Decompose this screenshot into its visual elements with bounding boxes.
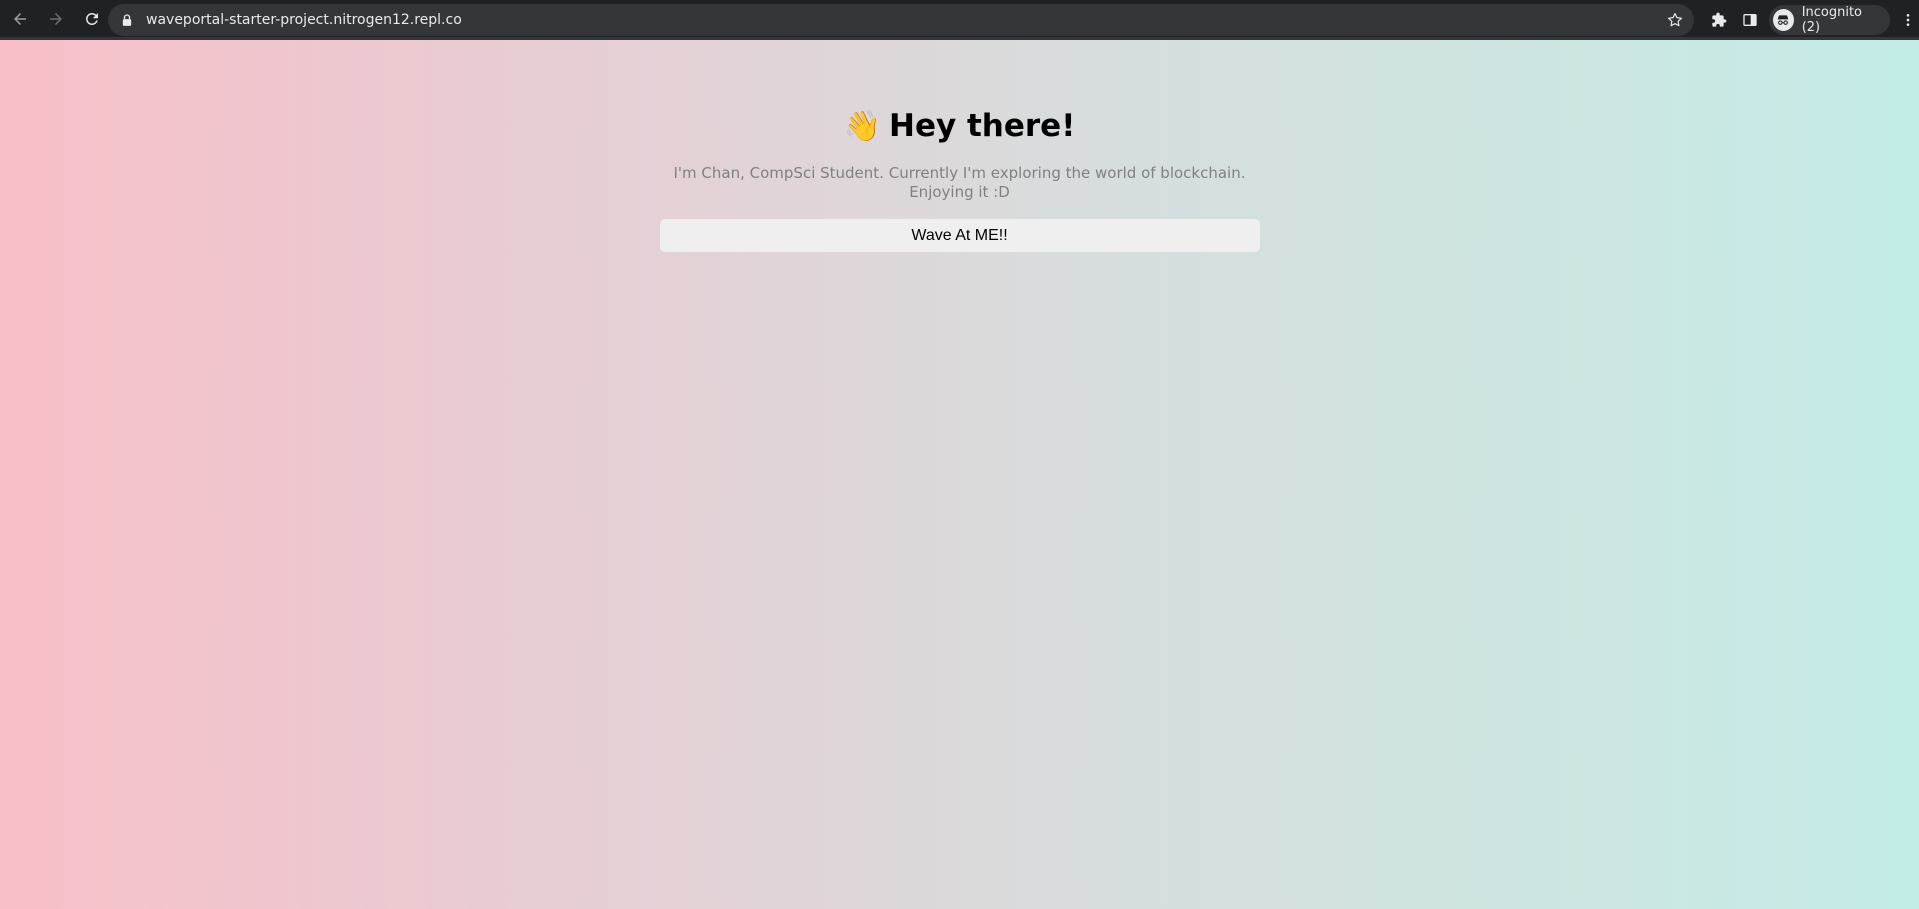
profile-button[interactable]: Incognito (2)	[1768, 5, 1891, 35]
page-title: 👋 Hey there!	[844, 106, 1076, 146]
puzzle-icon	[1712, 12, 1727, 27]
waving-hand-icon: 👋	[843, 108, 881, 144]
browser-menu-button[interactable]	[1896, 4, 1919, 36]
kebab-menu-icon	[1906, 14, 1909, 26]
address-bar[interactable]: waveportal-starter-project.nitrogen12.re…	[108, 4, 1694, 36]
page-viewport: 👋 Hey there! I'm Chan, CompSci Student. …	[0, 40, 1919, 909]
main-container: 👋 Hey there! I'm Chan, CompSci Student. …	[659, 40, 1260, 252]
url-text[interactable]: waveportal-starter-project.nitrogen12.re…	[146, 12, 462, 28]
arrow-left-icon	[14, 12, 26, 25]
toolbar-actions: Incognito (2)	[1704, 0, 1919, 40]
browser-toolbar: waveportal-starter-project.nitrogen12.re…	[0, 0, 1919, 40]
side-panel-icon	[1742, 14, 1757, 26]
bio-text: I'm Chan, CompSci Student. Currently I'm…	[673, 164, 1246, 201]
wave-button[interactable]: Wave At ME!!	[659, 219, 1260, 252]
reload-icon	[85, 12, 98, 25]
page-title-text: Hey there!	[889, 108, 1076, 144]
lock-icon[interactable]	[122, 13, 134, 27]
star-icon[interactable]	[1666, 11, 1684, 29]
back-button[interactable]	[4, 3, 36, 35]
reload-button[interactable]	[76, 3, 108, 35]
side-panel-button[interactable]	[1734, 4, 1764, 36]
extensions-button[interactable]	[1704, 4, 1734, 36]
arrow-right-icon	[50, 12, 62, 25]
forward-button[interactable]	[40, 3, 72, 35]
incognito-icon	[1772, 9, 1794, 31]
profile-label: Incognito (2)	[1801, 5, 1863, 35]
